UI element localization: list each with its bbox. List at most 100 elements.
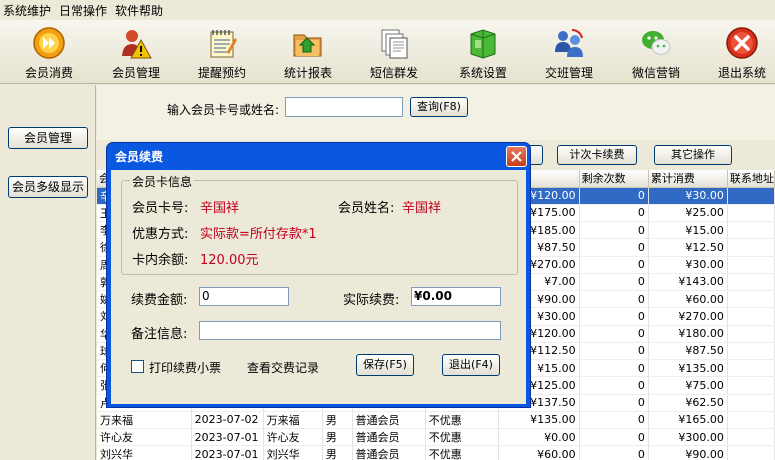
table-cell (727, 325, 775, 343)
table-row[interactable]: 刘兴华 2023-07-01 刘兴华男普通会员 不优惠 ¥60.00 0 ¥90.00 (97, 445, 775, 460)
table-cell (727, 290, 775, 309)
toolbar-wechat[interactable]: 微信营销 (620, 22, 692, 82)
forward-circle-icon (33, 27, 65, 59)
note-input[interactable] (199, 321, 501, 340)
table-cell: ¥135.00 (498, 411, 580, 430)
toolbar-exit[interactable]: 退出系统 (706, 22, 775, 82)
search-input[interactable] (285, 97, 403, 117)
note-label: 备注信息: (131, 327, 188, 342)
view-history-link[interactable]: 查看交费记录 (247, 359, 319, 376)
table-cell: 不优惠 (425, 445, 499, 460)
table-cell: ¥270.00 (648, 307, 728, 326)
main-toolbar: 会员消费 会员管理 提醒预约 统计报表 短信群发 系统设置 交班管理 微信营销 … (0, 20, 775, 84)
wechat-icon (642, 31, 671, 55)
toolbar-settings[interactable]: 系统设置 (447, 22, 519, 82)
table-cell: ¥143.00 (648, 273, 728, 292)
table-cell: ¥87.50 (648, 342, 728, 361)
toolbar-reminder[interactable]: 提醒预约 (186, 22, 258, 82)
table-cell: 万来福 (97, 411, 192, 430)
table-cell: 不优惠 (425, 428, 499, 447)
dialog-close-button[interactable] (506, 146, 527, 167)
toolbar-handover[interactable]: 交班管理 (533, 22, 605, 82)
recharge-dialog: 会员续费 会员卡信息 会员卡号: 辛国祥 会员姓名: 辛国祥 优惠方式: 实际款… (106, 142, 531, 408)
table-cell: 2023-07-01 (191, 428, 264, 447)
table-cell: ¥0.00 (498, 428, 580, 447)
search-bar: 输入会员卡号或姓名: 查询(F8) 计次卡续费 其它操作 (97, 85, 775, 165)
table-cell: 普通会员 (352, 445, 426, 460)
card-info-group: 会员卡信息 会员卡号: 辛国祥 会员姓名: 辛国祥 优惠方式: 实际款=所付存款… (121, 173, 518, 275)
table-cell: 万来福 (263, 411, 323, 430)
card-no-label: 会员卡号: (132, 201, 189, 216)
green-settings-icon (470, 29, 496, 59)
table-cell: 男 (322, 411, 353, 430)
member-name-value: 辛国祥 (402, 201, 442, 216)
table-cell (727, 256, 775, 274)
table-cell: ¥12.50 (648, 238, 728, 257)
toolbar-report[interactable]: 统计报表 (272, 22, 344, 82)
table-cell: 0 (579, 445, 649, 460)
table-cell: ¥135.00 (648, 359, 728, 378)
table-cell: 0 (579, 290, 649, 309)
table-cell: ¥90.00 (648, 445, 728, 460)
table-cell: 0 (579, 394, 649, 412)
dialog-body: 会员卡信息 会员卡号: 辛国祥 会员姓名: 辛国祥 优惠方式: 实际款=所付存款… (111, 170, 526, 404)
toolbar-member-manage[interactable]: 会员管理 (100, 22, 172, 82)
query-button[interactable]: 查询(F8) (410, 97, 468, 117)
table-cell: 0 (579, 187, 649, 205)
save-button[interactable]: 保存(F5) (356, 354, 414, 376)
count-card-recharge-button[interactable]: 计次卡续费 (557, 145, 637, 165)
folder-arrow-icon (293, 34, 322, 57)
table-cell: 0 (579, 221, 649, 240)
table-cell: 0 (579, 307, 649, 326)
table-row[interactable]: 万来福 2023-07-02 万来福男普通会员 不优惠 ¥135.00 0 ¥165.00 (97, 411, 775, 430)
toolbar-sms[interactable]: 短信群发 (358, 22, 430, 82)
actual-label: 实际续费: (343, 293, 400, 308)
table-cell: ¥30.00 (648, 256, 728, 274)
table-cell: 0 (579, 273, 649, 292)
table-cell (727, 238, 775, 257)
table-cell (727, 445, 775, 460)
col-header-remaining[interactable]: 剩余次数 (579, 170, 649, 188)
menu-help[interactable]: 软件帮助 (114, 2, 164, 19)
table-cell (727, 342, 775, 361)
print-receipt-label[interactable]: 打印续费小票 (149, 359, 221, 376)
card-info-legend: 会员卡信息 (130, 173, 195, 190)
actual-input[interactable]: ¥0.00 (411, 287, 501, 306)
balance-label: 卡内余额: (132, 253, 189, 268)
table-cell: ¥30.00 (648, 187, 728, 205)
discount-value: 实际款=所付存款*1 (200, 227, 317, 242)
table-cell: 0 (579, 325, 649, 343)
table-cell: ¥60.00 (648, 290, 728, 309)
menu-daily[interactable]: 日常操作 (58, 2, 108, 19)
table-cell: 2023-07-01 (191, 445, 264, 460)
members-warning-icon (122, 30, 152, 59)
col-header-address[interactable]: 联系地址 (727, 170, 775, 188)
search-label: 输入会员卡号或姓名: (167, 103, 280, 117)
amount-input[interactable]: 0 (199, 287, 289, 306)
table-cell (727, 376, 775, 395)
member-manage-button[interactable]: 会员管理 (8, 127, 88, 149)
menu-system[interactable]: 系统维护 (2, 2, 52, 19)
table-cell: 刘兴华 (263, 445, 323, 460)
exit-button[interactable]: 退出(F4) (442, 354, 500, 376)
col-header-total[interactable]: 累计消费 (648, 170, 728, 188)
table-cell (727, 273, 775, 292)
table-cell: ¥60.00 (498, 445, 580, 460)
table-row[interactable]: 许心友 2023-07-01 许心友男普通会员 不优惠 ¥0.00 0 ¥300.00 (97, 428, 775, 447)
member-multilevel-button[interactable]: 会员多级显示 (8, 176, 88, 198)
print-receipt-checkbox[interactable] (131, 360, 144, 373)
table-cell (727, 428, 775, 447)
other-operations-button[interactable]: 其它操作 (654, 145, 732, 165)
table-cell: ¥300.00 (648, 428, 728, 447)
table-cell: 许心友 (263, 428, 323, 447)
table-cell: 0 (579, 256, 649, 274)
card-no-value: 辛国祥 (200, 201, 240, 216)
table-cell: ¥165.00 (648, 411, 728, 430)
table-cell: 0 (579, 342, 649, 361)
table-cell: 刘兴华 (97, 445, 192, 460)
table-cell (727, 359, 775, 378)
toolbar-member-consume[interactable]: 会员消费 (13, 22, 85, 82)
balance-value: 120.00元 (200, 253, 259, 268)
table-cell: 0 (579, 359, 649, 378)
dialog-title: 会员续费 (115, 150, 164, 164)
